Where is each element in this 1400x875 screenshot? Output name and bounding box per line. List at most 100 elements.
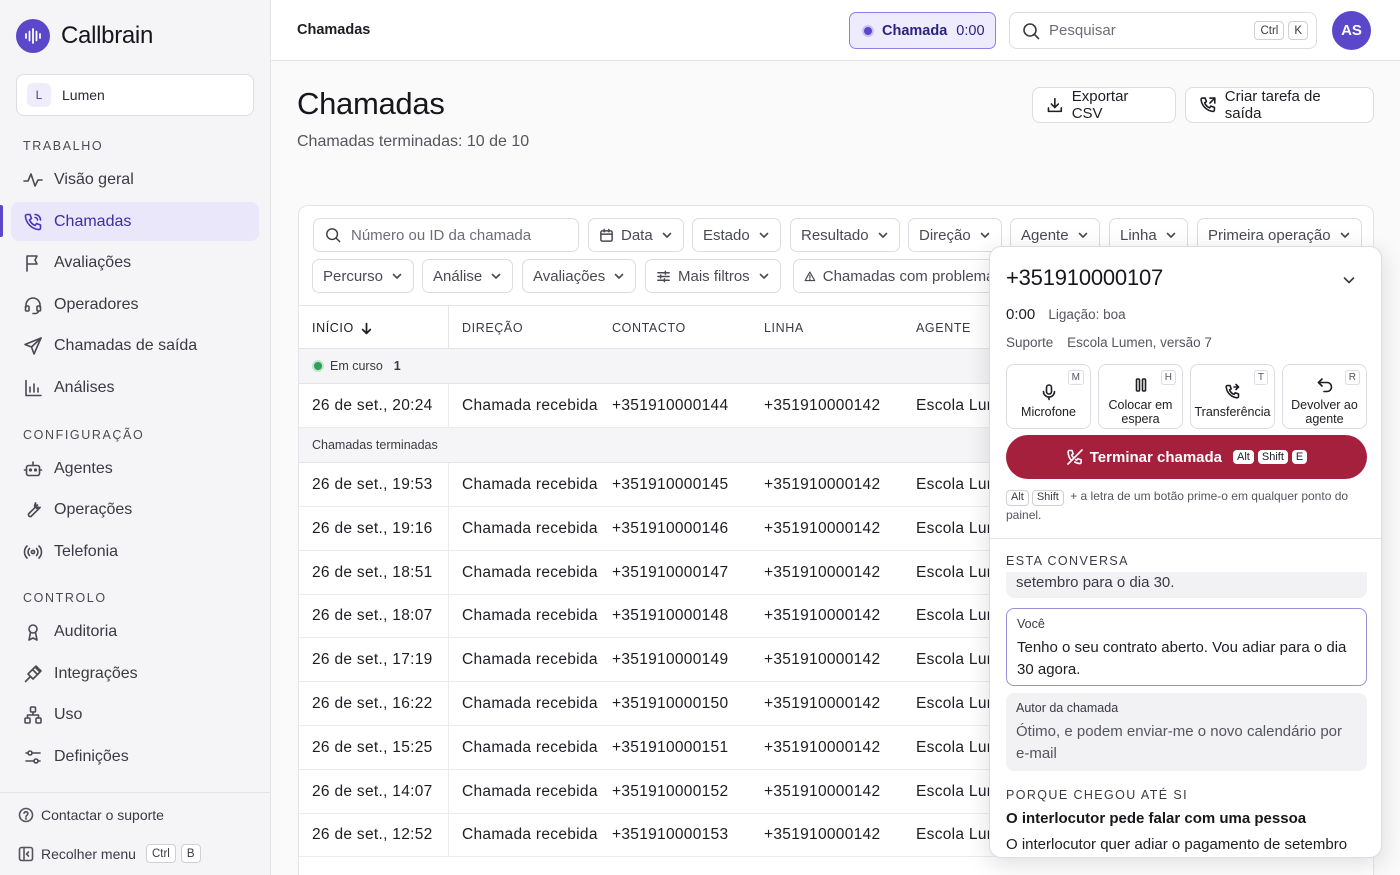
filter-resultado[interactable]: Resultado [790, 218, 900, 252]
call-search-input[interactable]: Número ou ID da chamada [313, 218, 579, 252]
sidebar-item-telefonia[interactable]: Telefonia [11, 532, 259, 571]
download-icon [1047, 97, 1063, 113]
column-divider [448, 813, 449, 858]
chevron-down-icon[interactable] [1341, 272, 1357, 288]
hotkey-badge: R [1344, 370, 1360, 385]
mic-icon [1042, 383, 1055, 400]
sidebar-item-integracoes[interactable]: Integrações [11, 654, 259, 693]
sidebar-item-label: Auditoria [54, 622, 118, 640]
sidebar-item-uso[interactable]: Uso [11, 695, 259, 734]
call-operation: Suporte [1006, 335, 1054, 350]
workspace-badge: L [27, 83, 51, 107]
network-icon [24, 705, 42, 724]
filter-direcao[interactable]: Direção [908, 218, 1002, 252]
cell-start: 26 de set., 19:16 [312, 519, 433, 537]
cell-contact: +351910000151 [612, 738, 729, 756]
filter-label: Percurso [323, 267, 384, 285]
topbar: Chamadas Chamada 0:00 Pesquisar Ctrl K A… [271, 0, 1400, 61]
warning-icon [804, 271, 816, 281]
cell-line: +351910000142 [764, 563, 881, 581]
collapse-menu-button[interactable]: Recolher menu Ctrl B [18, 844, 201, 863]
previous-message: setembro para o dia 30. [1006, 572, 1367, 598]
shortcut-key: Alt [1006, 489, 1029, 506]
message-text: Ótimo, e podem enviar-me o novo calendár… [1016, 723, 1343, 762]
cell-contact: +351910000145 [612, 476, 729, 493]
sidebar-item-analises[interactable]: Análises [11, 368, 259, 407]
message-caller: Autor da chamada Ótimo, e podem enviar-m… [1006, 693, 1367, 771]
filter-problem-calls[interactable]: Chamadas com problemas [793, 259, 1013, 293]
action-label: Transferência [1194, 404, 1271, 419]
cell-line: +351910000142 [764, 695, 881, 712]
end-call-button[interactable]: Terminar chamada Alt Shift E [1006, 435, 1367, 479]
sidebar-item-agentes[interactable]: Agentes [11, 449, 259, 488]
column-divider [448, 550, 449, 595]
sidebar-item-label: Definições [54, 747, 129, 765]
cell-contact: +351910000144 [612, 397, 729, 414]
brand[interactable]: Callbrain [16, 19, 153, 53]
cell-start: 26 de set., 12:52 [312, 826, 433, 844]
filter-analise[interactable]: Análise [422, 259, 514, 293]
sidebar-item-visao-geral[interactable]: Visão geral [11, 160, 259, 199]
sidebar-item-chamadas-de-saida[interactable]: Chamadas de saída [11, 326, 259, 365]
filter-label: Estado [703, 226, 750, 244]
filter-estado[interactable]: Estado [692, 218, 781, 252]
chevron-down-icon [878, 232, 887, 238]
chevron-down-icon [1340, 232, 1349, 238]
global-search[interactable]: Pesquisar Ctrl K [1009, 12, 1317, 49]
collapse-menu-label: Recolher menu [41, 845, 136, 862]
column-divider [448, 682, 449, 726]
create-outbound-task-button[interactable]: Criar tarefa de saída [1185, 87, 1374, 123]
activity-icon [23, 172, 43, 187]
sidebar-item-definicoes[interactable]: Definições [11, 737, 259, 776]
sidebar-item-label: Avaliações [54, 253, 132, 271]
call-pill-time: 0:00 [956, 22, 985, 39]
column-header-agente[interactable]: AGENTE [916, 321, 971, 335]
return-to-agent-button[interactable]: R Devolver ao agente [1282, 364, 1367, 429]
hold-button[interactable]: H Colocar em espera [1098, 364, 1183, 429]
filter-mais-filtros[interactable]: Mais filtros [645, 259, 781, 293]
filter-label: Linha [1120, 226, 1157, 244]
sidebar-item-label: Agentes [54, 459, 113, 477]
transfer-button[interactable]: T Transferência [1190, 364, 1275, 429]
export-csv-button[interactable]: Exportar CSV [1032, 87, 1176, 123]
cell-line: +351910000142 [764, 782, 881, 800]
microphone-button[interactable]: M Microfone [1006, 364, 1091, 429]
workspace-name: Lumen [62, 87, 105, 103]
sidebar-item-avaliacoes[interactable]: Avaliações [11, 243, 259, 282]
active-indicator [0, 205, 3, 237]
column-divider [448, 384, 449, 428]
cell-line: +351910000142 [764, 738, 881, 756]
filter-label: Direção [919, 226, 971, 244]
user-avatar[interactable]: AS [1332, 11, 1371, 50]
sidebar-item-auditoria[interactable]: Auditoria [11, 612, 259, 651]
cell-direction: Chamada recebida [462, 826, 598, 844]
call-line: Escola Lumen, versão 7 [1067, 335, 1212, 350]
filter-data[interactable]: Data [588, 218, 684, 252]
sidebar-collapse-icon [18, 846, 34, 861]
column-divider [448, 463, 449, 507]
cell-start: 26 de set., 18:51 [312, 563, 433, 581]
sidebar-item-chamadas[interactable]: Chamadas [11, 202, 259, 241]
column-header-linha[interactable]: LINHA [764, 321, 804, 335]
column-header-contacto[interactable]: CONTACTO [612, 321, 686, 335]
end-call-label: Terminar chamada [1089, 448, 1223, 466]
chevron-down-icon [392, 273, 402, 279]
column-header-inicio[interactable]: INÍCIO [312, 321, 373, 335]
sidebar-item-operadores[interactable]: Operadores [11, 285, 259, 324]
filter-percurso[interactable]: Percurso [312, 259, 415, 293]
filter-avaliacoes[interactable]: Avaliações [522, 259, 637, 293]
contact-support-link[interactable]: Contactar o suporte [18, 807, 164, 823]
column-divider [448, 769, 449, 814]
active-call-pill[interactable]: Chamada 0:00 [849, 12, 996, 49]
column-header-direcao[interactable]: DIREÇÃO [462, 321, 523, 335]
column-divider [448, 306, 449, 350]
workspace-switcher[interactable]: L Lumen [16, 74, 254, 116]
shortcut-key: B [180, 844, 201, 863]
sidebar-item-operacoes[interactable]: Operações [11, 490, 259, 529]
cell-direction: Chamada recebida [462, 651, 598, 669]
sidebar-item-label: Telefonia [54, 542, 119, 560]
radio-icon [23, 544, 43, 559]
chevron-down-icon [1078, 232, 1087, 238]
calendar-icon [600, 228, 613, 242]
page-title: Chamadas [297, 86, 445, 121]
